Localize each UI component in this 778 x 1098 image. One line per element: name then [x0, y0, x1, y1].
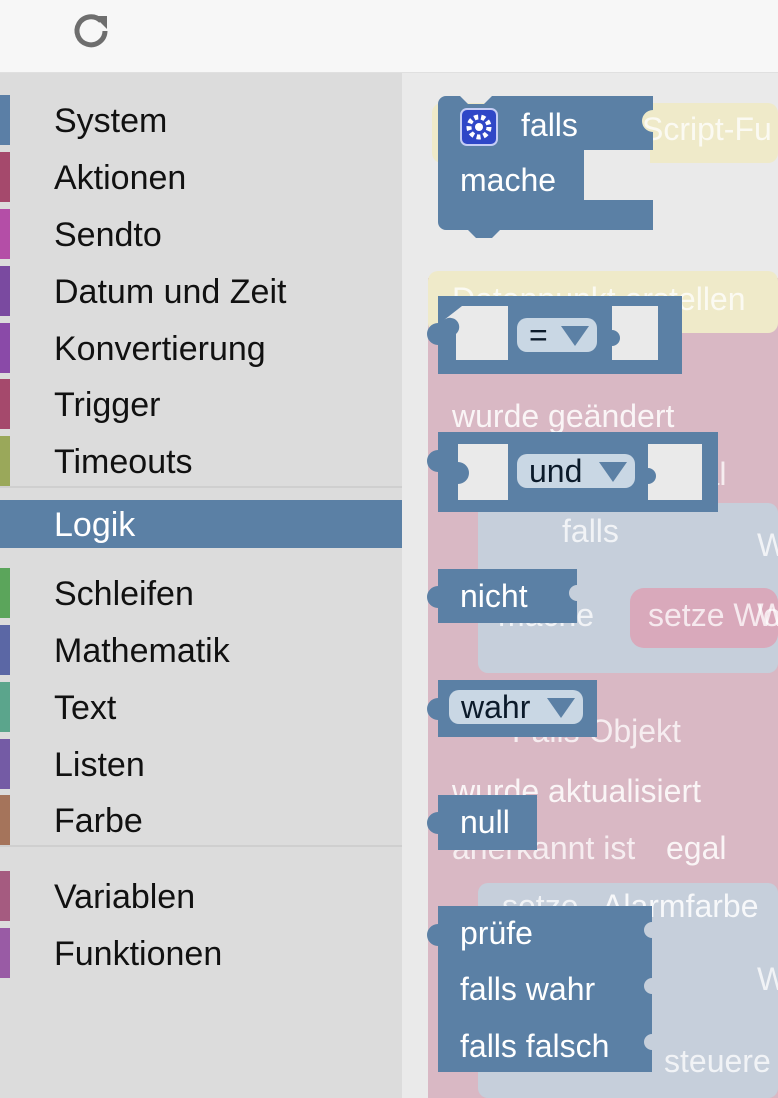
ternary-else-label: falls falsch [460, 1028, 610, 1064]
logic-flyout: falls mache = und nicht wahr null prüfe … [0, 0, 778, 1098]
ternary-then-label: falls wahr [460, 971, 596, 1007]
ternary-block-shape [427, 906, 652, 1072]
ternary-test-label: prüfe [460, 915, 533, 951]
